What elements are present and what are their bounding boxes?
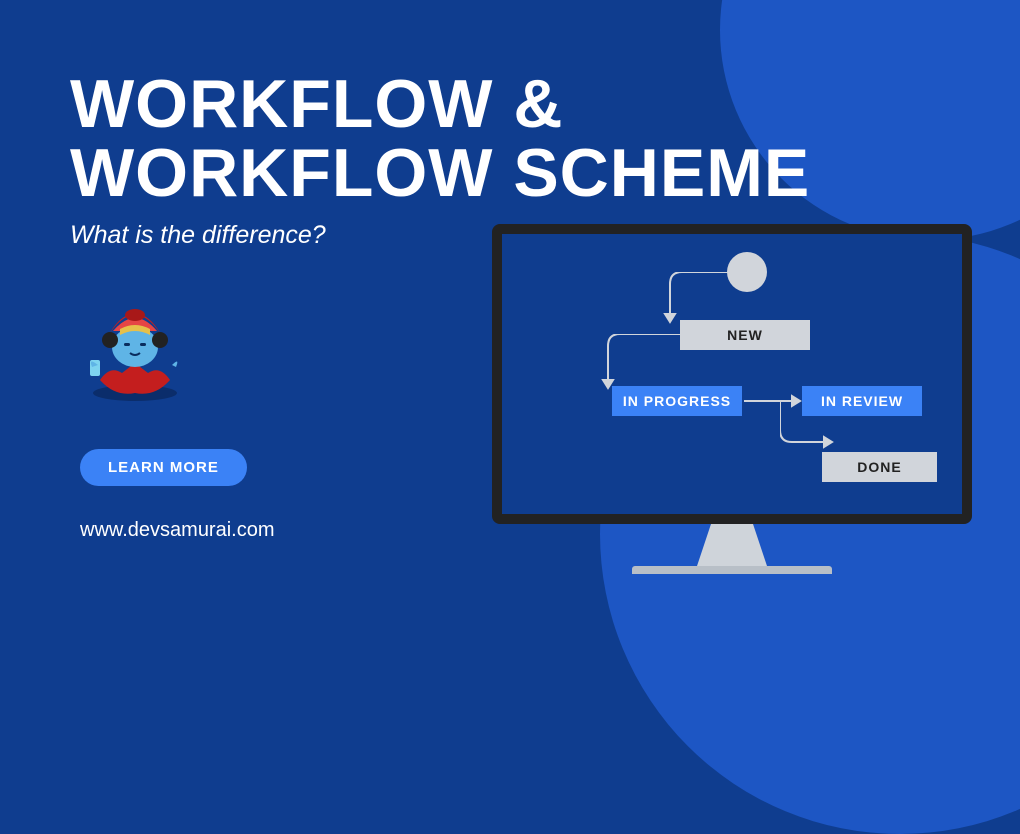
page-title: WORKFLOW & WORKFLOW SCHEME (70, 70, 950, 209)
title-line-1: WORKFLOW & (70, 66, 563, 142)
monitor-illustration: NEW IN PROGRESS IN REVIEW DONE (492, 224, 972, 574)
status-box-new: NEW (680, 320, 810, 350)
monitor-base (632, 566, 832, 574)
monitor-stand (697, 524, 767, 566)
mascot-icon (80, 285, 190, 410)
monitor-screen: NEW IN PROGRESS IN REVIEW DONE (492, 224, 972, 524)
status-box-done: DONE (822, 452, 937, 482)
workflow-diagram: NEW IN PROGRESS IN REVIEW DONE (502, 234, 962, 514)
title-line-2: WORKFLOW SCHEME (70, 135, 810, 211)
status-box-in-progress: IN PROGRESS (612, 386, 742, 416)
website-url: www.devsamurai.com (80, 519, 275, 542)
learn-more-button[interactable]: LEARN MORE (80, 449, 247, 486)
